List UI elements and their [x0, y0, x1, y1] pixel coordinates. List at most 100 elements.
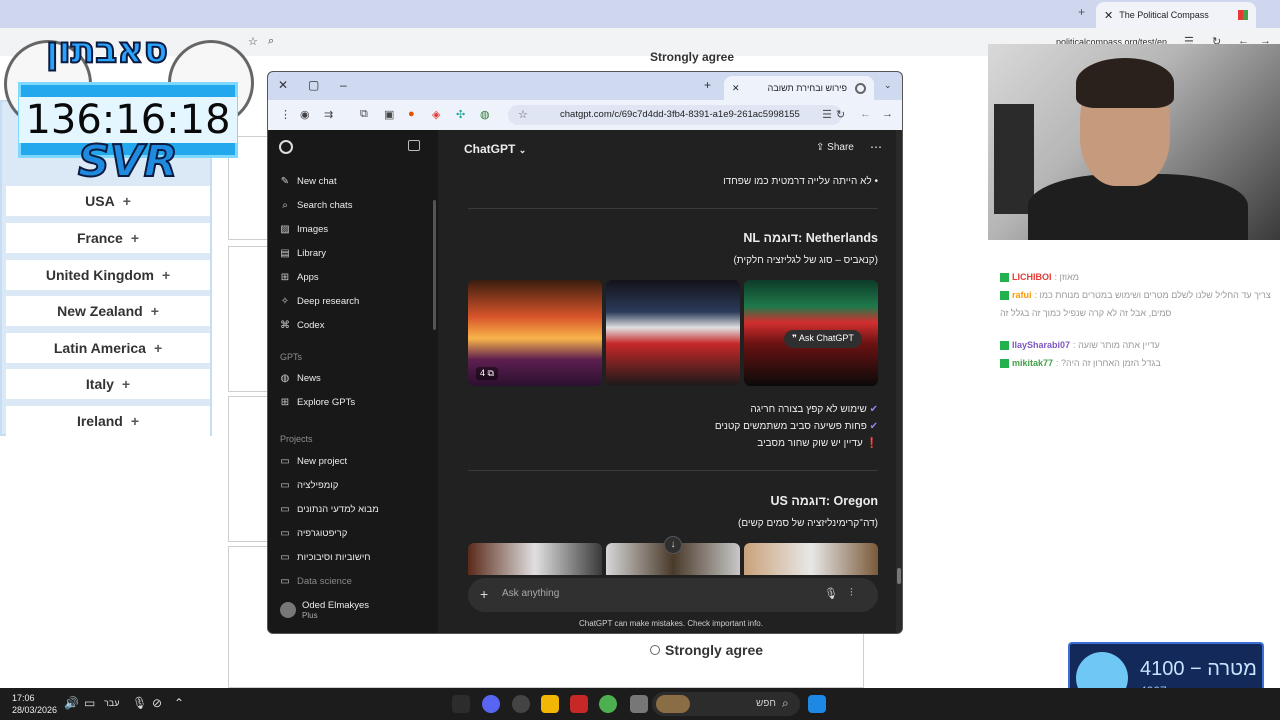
back-icon[interactable]: ←: [860, 108, 871, 120]
oregon-heading: Oregon :דוגמה US: [770, 494, 879, 508]
openai-logo-icon[interactable]: [279, 140, 293, 154]
country-new-zealand[interactable]: New Zealand +: [6, 296, 210, 326]
sidebar-item-search[interactable]: ⌕ Search chats: [280, 200, 352, 211]
sidebar-item-library[interactable]: ▤ Library: [280, 248, 326, 259]
sidebar-item-project[interactable]: ▭ מבוא למדעי הנתונים: [280, 504, 378, 515]
star-icon[interactable]: ☆: [248, 35, 258, 48]
mic-icon[interactable]: 🎙: [132, 696, 147, 710]
extension-icon[interactable]: ●: [408, 108, 415, 120]
country-latin-america[interactable]: Latin America +: [6, 333, 210, 363]
extension-icon[interactable]: ◈: [432, 108, 440, 121]
sidebar-item-project[interactable]: ▭ Data science: [280, 576, 352, 587]
tune-icon[interactable]: ☰: [822, 108, 832, 121]
star-icon[interactable]: ☆: [518, 108, 528, 121]
reload-icon[interactable]: ↻: [836, 108, 845, 121]
sidebar-item-images[interactable]: ▨ Images: [280, 224, 328, 235]
scrollbar-thumb[interactable]: [897, 568, 901, 584]
media-app-icon[interactable]: [512, 695, 530, 713]
address-bar[interactable]: ☆ chatgpt.com/c/69c7d4dd-3fb4-8391-a1e9-…: [508, 105, 842, 125]
new-tab-icon[interactable]: +: [704, 78, 711, 92]
close-icon[interactable]: ✕: [1104, 9, 1113, 22]
taskbar-search[interactable]: חפש ⌕: [652, 692, 800, 716]
speaker-icon[interactable]: 🔊: [64, 696, 79, 710]
sidebar-item-new-chat[interactable]: ✎ New chat: [280, 176, 337, 187]
share-icon: ⇪: [816, 142, 825, 153]
sidebar-scrollbar[interactable]: [433, 200, 436, 330]
window-icon[interactable]: ▣: [384, 108, 394, 121]
extension-icon[interactable]: ✣: [456, 108, 465, 121]
sidebar-item-news[interactable]: ◍ News: [280, 373, 321, 384]
maximize-icon[interactable]: ▢: [308, 78, 319, 92]
chrome-app-icon[interactable]: [599, 695, 617, 713]
zoom-icon[interactable]: ⌕: [268, 35, 274, 48]
sidebar-item-codex[interactable]: ⌘ Codex: [280, 320, 324, 331]
bullet-text: לא הייתה עלייה דרמטית כמו שפחדו: [723, 176, 872, 187]
country-italy[interactable]: Italy +: [6, 369, 210, 399]
city-image[interactable]: [744, 543, 878, 575]
netherlands-heading: Netherlands :דוגמה NL: [743, 231, 878, 245]
background-tab-title: The Political Compass: [1119, 10, 1209, 20]
share-button[interactable]: ⇪ Share: [816, 142, 854, 153]
forward-icon[interactable]: →: [882, 108, 893, 120]
strongly-agree-option[interactable]: Strongly agree: [650, 50, 734, 64]
close-tab-icon[interactable]: ✕: [732, 83, 740, 94]
extension-icon[interactable]: ⇉: [324, 108, 333, 121]
sidebar-item-explore-gpts[interactable]: ⊞ Explore GPTs: [280, 397, 355, 408]
strongly-agree-radio[interactable]: Strongly agree: [650, 642, 763, 658]
message-composer[interactable]: + Ask anything 🎙 ⫶: [468, 578, 878, 612]
oregon-image[interactable]: [468, 543, 602, 575]
composer-placeholder[interactable]: Ask anything: [502, 588, 559, 599]
menu-dots-icon[interactable]: ⋮: [280, 108, 291, 121]
coffeeshop-image[interactable]: [606, 280, 740, 386]
window-app-icon[interactable]: [630, 695, 648, 713]
search-icon: ⌕: [782, 696, 789, 710]
network-icon[interactable]: ▭: [84, 696, 95, 710]
user-menu[interactable]: Oded Elmakyes Plus: [280, 600, 369, 620]
country-france[interactable]: France +: [6, 223, 210, 253]
start-icon[interactable]: [808, 695, 826, 713]
amsterdam-image[interactable]: 4 ⧉: [468, 280, 602, 386]
sidebar-item-new-project[interactable]: ▭ New project: [280, 456, 347, 467]
language-indicator[interactable]: עבר: [104, 698, 119, 708]
active-tab[interactable]: פירוש ובחירת תשובה ✕: [724, 76, 874, 100]
background-tab[interactable]: ✕ The Political Compass: [1096, 2, 1256, 28]
sidebar-item-deep-research[interactable]: ✧ Deep research: [280, 296, 360, 307]
explorer-app-icon[interactable]: [541, 695, 559, 713]
microphone-icon[interactable]: 🎙: [824, 587, 838, 600]
whatsapp-icon[interactable]: ◍: [480, 108, 490, 121]
ask-chatgpt-button[interactable]: ❞ Ask ChatGPT: [784, 330, 862, 348]
taskbar-time[interactable]: 17:06: [12, 693, 35, 703]
app-icon[interactable]: [570, 695, 588, 713]
sidebar-item-project[interactable]: ▭ חישוביות וסיבוכיות: [280, 552, 370, 563]
gpts-header: GPTs: [280, 352, 303, 362]
chevron-up-icon[interactable]: ⌃: [174, 696, 184, 710]
tab-menu-icon[interactable]: ⌄: [884, 80, 892, 91]
favicon-icon: [1238, 10, 1248, 20]
minimize-icon[interactable]: –: [340, 78, 347, 92]
sidebar-item-project[interactable]: ▭ קומפילציה: [280, 480, 338, 491]
conversation-scrollbar[interactable]: [896, 130, 902, 633]
country-ireland[interactable]: Ireland +: [6, 406, 210, 436]
extensions-icon[interactable]: ⧉: [360, 108, 368, 121]
close-window-icon[interactable]: ✕: [278, 78, 288, 92]
search-highlight-image: [656, 695, 690, 713]
mute-icon[interactable]: ⊘: [152, 696, 162, 710]
radio-icon[interactable]: [650, 645, 660, 655]
taskbar-date[interactable]: 28/03/2026: [12, 705, 57, 715]
discord-app-icon[interactable]: [482, 695, 500, 713]
sidebar-item-project[interactable]: ▭ קריפטוגרפיה: [280, 528, 347, 539]
country-usa[interactable]: USA +: [6, 186, 210, 216]
scroll-down-button[interactable]: ↓: [664, 536, 682, 554]
new-tab-icon[interactable]: +: [1078, 5, 1085, 19]
sidebar-item-label: קריפטוגרפיה: [297, 528, 348, 539]
plus-icon[interactable]: +: [480, 586, 488, 602]
profile-icon[interactable]: ◉: [300, 108, 310, 121]
country-uk[interactable]: United Kingdom +: [6, 260, 210, 290]
more-options-icon[interactable]: ⋯: [870, 140, 882, 154]
sidebar-item-apps[interactable]: ⊞ Apps: [280, 272, 319, 283]
oregon-subtitle: (דה־קרימינליזציה של סמים קשים): [738, 518, 878, 529]
model-selector[interactable]: ChatGPT ⌄: [464, 142, 526, 156]
terminal-app-icon[interactable]: [452, 695, 470, 713]
voice-mode-icon[interactable]: ⫶: [850, 587, 853, 600]
sidebar-toggle-icon[interactable]: [408, 140, 420, 151]
